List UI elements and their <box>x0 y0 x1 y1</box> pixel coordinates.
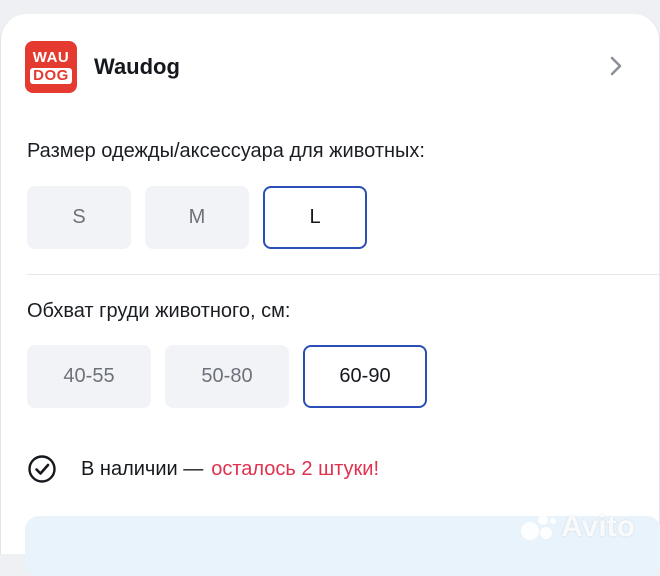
girth-option-60-90[interactable]: 60-90 <box>303 345 427 408</box>
seller-name: Waudog <box>94 54 180 79</box>
size-option-s[interactable]: S <box>27 186 131 249</box>
divider <box>27 274 659 275</box>
stock-status: В наличии — осталось 2 штуки! <box>27 454 379 484</box>
size-label: Размер одежды/аксессуара для животных: <box>27 140 425 162</box>
girth-label: Обхват груди животного, см: <box>27 300 291 322</box>
watermark-text: Avito <box>561 510 635 543</box>
seller-row[interactable]: WAU DOG Waudog <box>25 40 645 94</box>
avito-watermark: Avito <box>519 510 635 544</box>
check-circle-icon <box>28 455 56 483</box>
product-options-card: WAU DOG Waudog Размер одежды/аксессуара … <box>0 14 660 576</box>
size-options: S M L <box>27 186 367 249</box>
logo-line-2: DOG <box>30 68 72 84</box>
girth-option-50-80[interactable]: 50-80 <box>165 345 289 408</box>
stock-remaining-text: осталось 2 штуки! <box>211 457 379 480</box>
logo-line-1: WAU <box>32 49 70 66</box>
size-option-m[interactable]: M <box>145 186 249 249</box>
chevron-right-icon[interactable] <box>605 54 627 78</box>
girth-option-40-55[interactable]: 40-55 <box>27 345 151 408</box>
stock-status-text: В наличии — <box>81 457 204 480</box>
girth-options: 40-55 50-80 60-90 <box>27 345 427 408</box>
avito-logo-icon <box>521 515 557 540</box>
size-option-l[interactable]: L <box>263 186 367 249</box>
seller-logo: WAU DOG <box>25 41 77 93</box>
